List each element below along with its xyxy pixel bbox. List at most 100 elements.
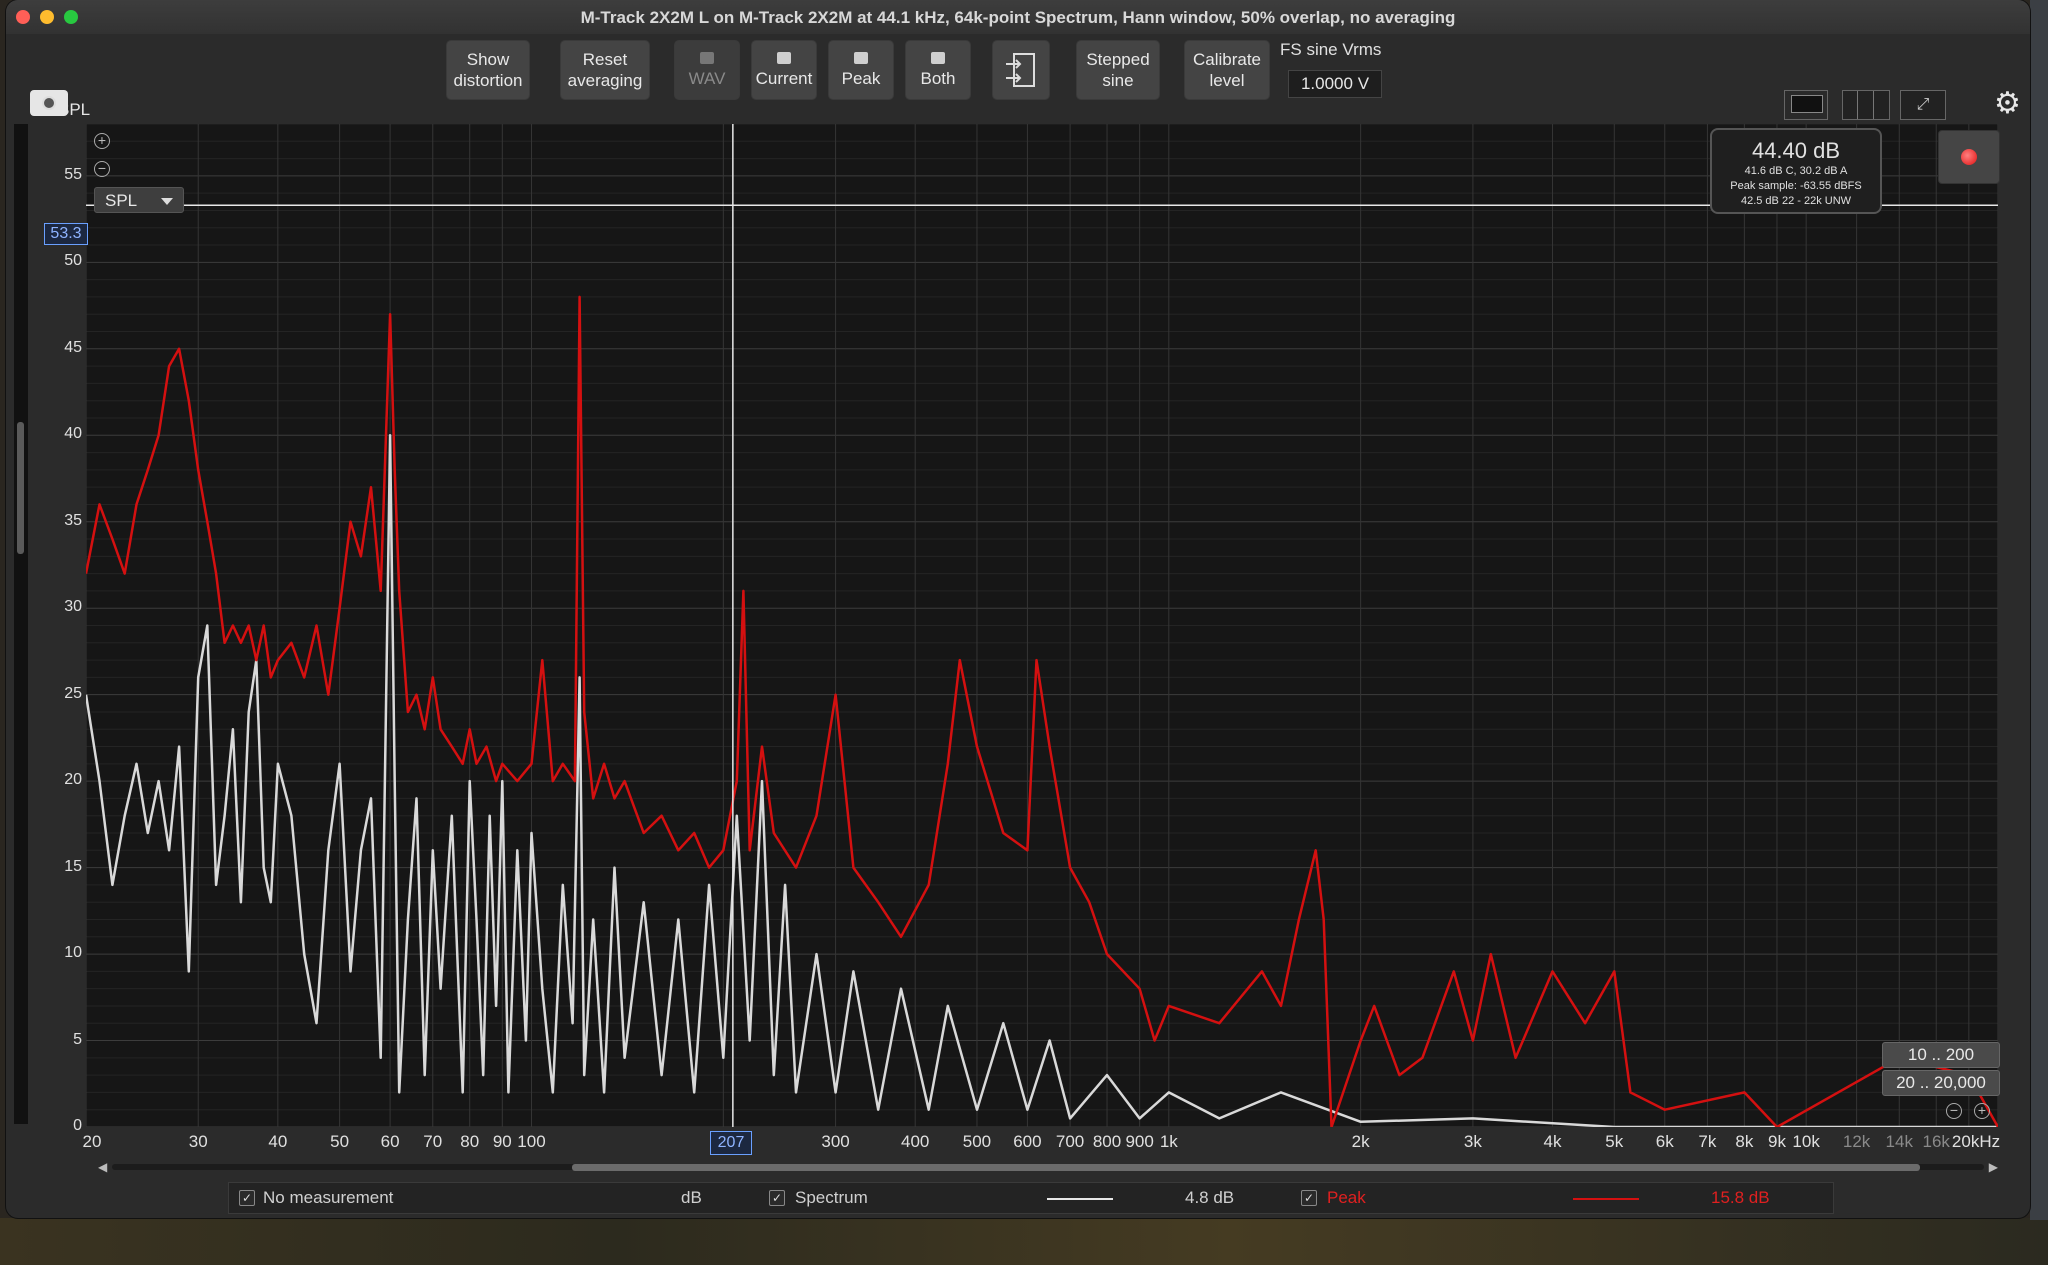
reset-averaging-button[interactable]: Reset averaging [560,40,650,100]
spectrum-legend-value: 4.8 dB [1185,1188,1235,1207]
range-10-200-button[interactable]: 10 .. 200 [1882,1042,2000,1068]
y-tick-label: 40 [64,425,82,443]
x-tick-label: 20 [82,1132,102,1151]
spl-meter-value: 44.40 dB [1751,138,1841,163]
stepped-sine-label-2: sine [1102,71,1134,90]
title-bar: M-Track 2X2M L on M-Track 2X2M at 44.1 k… [6,0,2030,35]
stepped-sine-button[interactable]: Stepped sine [1076,40,1160,100]
measurement-selector[interactable]: SPL [94,187,184,213]
wav-label: WAV [688,68,726,88]
single-view-icon[interactable] [1784,90,1828,120]
y-axis-unit-label: SPL [58,100,91,119]
x-tick-label: 100 [517,1132,546,1151]
show-distortion-label-2: distortion [453,71,523,90]
spl-meter-unweighted: 42.5 dB 22 - 22k UNW [1740,195,1852,207]
x-tick-label: 700 [1055,1132,1085,1151]
horizontal-scrollbar[interactable]: ◀ ▶ [98,1160,1998,1174]
y-tick-label: 20 [64,771,82,789]
scroll-right-arrow-icon[interactable]: ▶ [1989,1160,1998,1174]
y-tick-label: 55 [64,165,82,183]
save-icon [777,51,791,64]
x-tick-label: 16k [1922,1132,1950,1151]
x-tick-label: 80 [460,1132,480,1151]
zoom-out-x-icon[interactable]: − [1946,1103,1962,1119]
window-title: M-Track 2X2M L on M-Track 2X2M at 44.1 k… [580,8,1456,27]
fs-sine-input[interactable]: 1.0000 V [1288,70,1382,98]
peak-label: Peak [841,68,881,88]
background-window-edge [2030,0,2048,1220]
calibrate-level-button[interactable]: Calibrate level [1184,40,1270,100]
y-tick-label: 10 [64,944,82,962]
app-window: M-Track 2X2M L on M-Track 2X2M at 44.1 k… [6,0,2030,1218]
vertical-scroll-thumb[interactable] [17,422,24,554]
split-view-icon[interactable] [1842,90,1890,120]
peak-legend-label: Peak [1327,1188,1366,1207]
current-button[interactable]: Current [751,40,817,100]
reset-averaging-label-2: averaging [567,71,643,90]
zoom-out-icon[interactable]: − [94,161,110,177]
x-tick-label: 800 [1092,1132,1122,1151]
stepped-sine-label-1: Stepped [1086,50,1150,69]
legend-unit-label: dB [681,1188,702,1207]
x-tick-label: 70 [423,1132,443,1151]
spl-meter[interactable]: 44.40 dB 41.6 dB C, 30.2 dB A Peak sampl… [1710,128,1882,214]
input-routing-button[interactable] [992,40,1050,100]
x-tick-label: 600 [1013,1132,1042,1151]
zoom-in-x-icon[interactable]: + [1974,1103,1990,1119]
record-button[interactable] [1938,130,2000,184]
both-button[interactable]: Both [905,40,971,100]
spectrum-plot[interactable] [86,124,1998,1127]
vertical-scrollbar[interactable] [14,124,28,1124]
spl-meter-weighted: 41.6 dB C, 30.2 dB A [1744,165,1848,177]
show-distortion-button[interactable]: Show distortion [446,40,530,100]
reset-averaging-label-1: Reset [582,50,628,69]
peak-legend-line [1573,1198,1639,1200]
cursor-y-readout: 53.3 [44,223,88,245]
y-tick-label: 0 [73,1117,82,1134]
peak-checkbox[interactable]: ✓ [1301,1190,1317,1206]
y-tick-label: 25 [64,684,82,702]
y-tick-label: 5 [73,1030,82,1048]
legend-bar: ✓ No measurement dB ✓ Spectrum 4.8 dB ✓ … [228,1182,1834,1214]
x-tick-label: 30 [188,1132,208,1151]
zoom-in-icon[interactable]: + [94,133,110,149]
range-20-20000-button[interactable]: 20 .. 20,000 [1882,1070,2000,1096]
y-tick-label: 50 [64,252,82,270]
spl-meter-peak-sample: Peak sample: -63.55 dBFS [1730,180,1862,192]
current-label: Current [755,68,813,88]
x-tick-label: 14k [1885,1132,1913,1151]
record-icon [1961,149,1977,165]
gear-icon[interactable]: ⚙ [1994,86,2021,121]
x-tick-label: 2k [1351,1132,1370,1151]
x-tick-label: 300 [821,1132,850,1151]
spectrum-checkbox[interactable]: ✓ [769,1190,785,1206]
wav-button[interactable]: WAV [674,40,740,100]
x-tick-label: 5k [1605,1132,1624,1151]
toolbar: Show distortion Reset averaging WAV Curr… [6,34,2030,120]
peak-legend-value: 15.8 dB [1711,1188,1770,1207]
peak-button[interactable]: Peak [828,40,894,100]
x-tick-label: 6k [1655,1132,1674,1151]
x-tick-label: 12k [1842,1132,1871,1151]
x-tick-label: 3k [1463,1132,1482,1151]
x-tick-label: 10k [1792,1132,1820,1151]
x-tick-label: 4k [1543,1132,1562,1151]
calibrate-level-label-2: level [1209,71,1245,90]
scroll-left-arrow-icon[interactable]: ◀ [98,1160,107,1174]
x-tick-label: 900 [1125,1132,1154,1151]
input-routing-icon [1006,53,1035,87]
calibrate-level-label-1: Calibrate [1192,50,1262,69]
no-measurement-label: No measurement [263,1188,394,1207]
fs-sine-label: FS sine Vrms [1280,40,1382,59]
fullscreen-icon[interactable]: ⤢ [1900,90,1946,120]
no-measurement-checkbox[interactable]: ✓ [239,1190,255,1206]
horizontal-scroll-thumb[interactable] [572,1164,1920,1171]
cursor-x-readout: 207 [710,1131,752,1155]
y-tick-label: 15 [64,857,82,875]
y-tick-label: 30 [64,598,82,616]
y-tick-label: 45 [64,338,82,356]
x-tick-label: 500 [962,1132,992,1151]
spectrum-chart-svg [86,124,1998,1127]
measurement-selector-value: SPL [105,191,138,210]
show-distortion-label-1: Show [466,50,510,69]
